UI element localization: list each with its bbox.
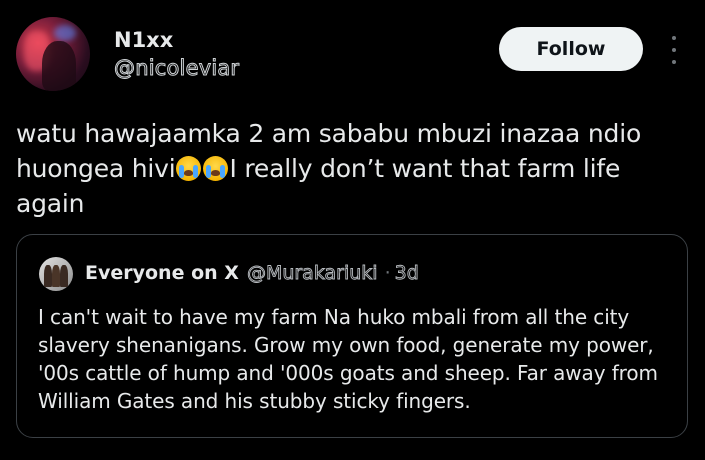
post-text: watu hawajaamka 2 am sababu mbuzi inazaa… [16, 116, 676, 221]
avatar-highlight [54, 25, 76, 41]
post-line: watu hawajaamka 2 am sababu mbuzi inazaa… [16, 119, 642, 148]
avatar-figure [42, 41, 76, 91]
more-options-icon[interactable] [668, 36, 680, 64]
post-line: huongea hivi [16, 154, 176, 183]
crying-face-emoji-icon [203, 156, 229, 181]
crying-face-emoji-icon [176, 156, 202, 181]
author-name[interactable]: N1xx [114, 28, 173, 52]
quoted-author-handle[interactable]: @Murakariuki [246, 262, 378, 285]
author-avatar[interactable] [16, 17, 90, 91]
separator-dot: · [384, 262, 391, 284]
quoted-author-name[interactable]: Everyone on X [85, 262, 239, 284]
quoted-post-text: I can't wait to have my farm Na huko mba… [38, 305, 658, 413]
post-line: I really don’t want that farm life [229, 154, 621, 183]
quoted-post[interactable]: Everyone on X @Murakariuki · 3d I can't … [16, 234, 688, 438]
quoted-post-time[interactable]: 3d [394, 262, 419, 285]
post-line: again [16, 189, 85, 218]
author-handle[interactable]: @nicoleviar [113, 56, 239, 81]
follow-button[interactable]: Follow [499, 27, 643, 71]
quoted-post-header: Everyone on X @Murakariuki · 3d [85, 262, 419, 285]
quoted-author-avatar[interactable] [39, 257, 73, 291]
